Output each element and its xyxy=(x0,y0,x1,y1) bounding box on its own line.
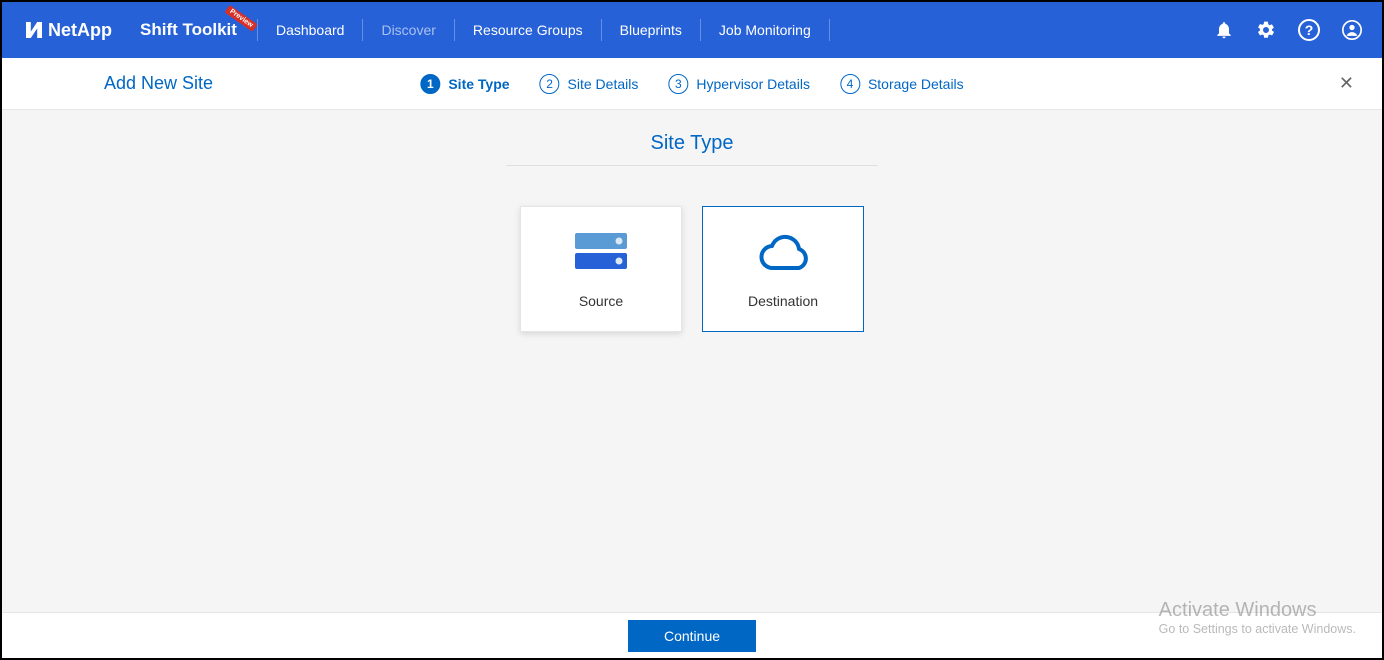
nav-icons: ? xyxy=(1214,19,1362,41)
step-num-4: 4 xyxy=(840,74,860,94)
step-hypervisor-details[interactable]: 3 Hypervisor Details xyxy=(668,74,810,94)
divider xyxy=(506,165,878,166)
card-destination[interactable]: Destination xyxy=(702,206,864,332)
step-label-2: Site Details xyxy=(568,76,639,92)
toolkit-label: Shift Toolkit xyxy=(140,20,237,39)
help-icon[interactable]: ? xyxy=(1298,19,1320,41)
section-title: Site Type xyxy=(2,132,1382,155)
card-destination-label: Destination xyxy=(748,293,818,309)
nav-dashboard[interactable]: Dashboard xyxy=(257,19,363,41)
wizard-steps: 1 Site Type 2 Site Details 3 Hypervisor … xyxy=(420,74,963,94)
card-source[interactable]: Source xyxy=(520,206,682,332)
step-label-3: Hypervisor Details xyxy=(696,76,810,92)
cloud-icon xyxy=(751,229,815,275)
page-title: Add New Site xyxy=(104,73,213,94)
continue-button[interactable]: Continue xyxy=(628,620,756,652)
netapp-n-icon xyxy=(26,22,42,38)
brand-logo[interactable]: NetApp xyxy=(26,20,112,41)
nav-blueprints[interactable]: Blueprints xyxy=(601,19,700,41)
nav-job-monitoring[interactable]: Job Monitoring xyxy=(700,19,830,41)
wizard-main: Site Type Source Destination xyxy=(2,110,1382,332)
card-source-label: Source xyxy=(579,293,623,309)
step-site-type[interactable]: 1 Site Type xyxy=(420,74,509,94)
wizard-footer: Continue xyxy=(2,612,1382,658)
step-num-1: 1 xyxy=(420,74,440,94)
step-site-details[interactable]: 2 Site Details xyxy=(540,74,639,94)
site-type-cards: Source Destination xyxy=(2,206,1382,332)
gear-icon[interactable] xyxy=(1256,20,1276,40)
toolkit-title: Shift Toolkit Preview xyxy=(140,20,237,40)
nav-resource-groups[interactable]: Resource Groups xyxy=(454,19,601,41)
server-icon xyxy=(569,229,633,275)
step-num-3: 3 xyxy=(668,74,688,94)
nav-links: Dashboard Discover Resource Groups Bluep… xyxy=(257,2,830,58)
step-label-1: Site Type xyxy=(448,76,509,92)
step-num-2: 2 xyxy=(540,74,560,94)
top-navbar: NetApp Shift Toolkit Preview Dashboard D… xyxy=(2,2,1382,58)
nav-discover[interactable]: Discover xyxy=(362,19,453,41)
close-icon[interactable]: ✕ xyxy=(1339,73,1354,94)
step-storage-details[interactable]: 4 Storage Details xyxy=(840,74,964,94)
user-icon[interactable] xyxy=(1342,20,1362,40)
wizard-stepper-bar: Add New Site 1 Site Type 2 Site Details … xyxy=(2,58,1382,110)
brand-name: NetApp xyxy=(48,20,112,41)
bell-icon[interactable] xyxy=(1214,20,1234,40)
step-label-4: Storage Details xyxy=(868,76,964,92)
